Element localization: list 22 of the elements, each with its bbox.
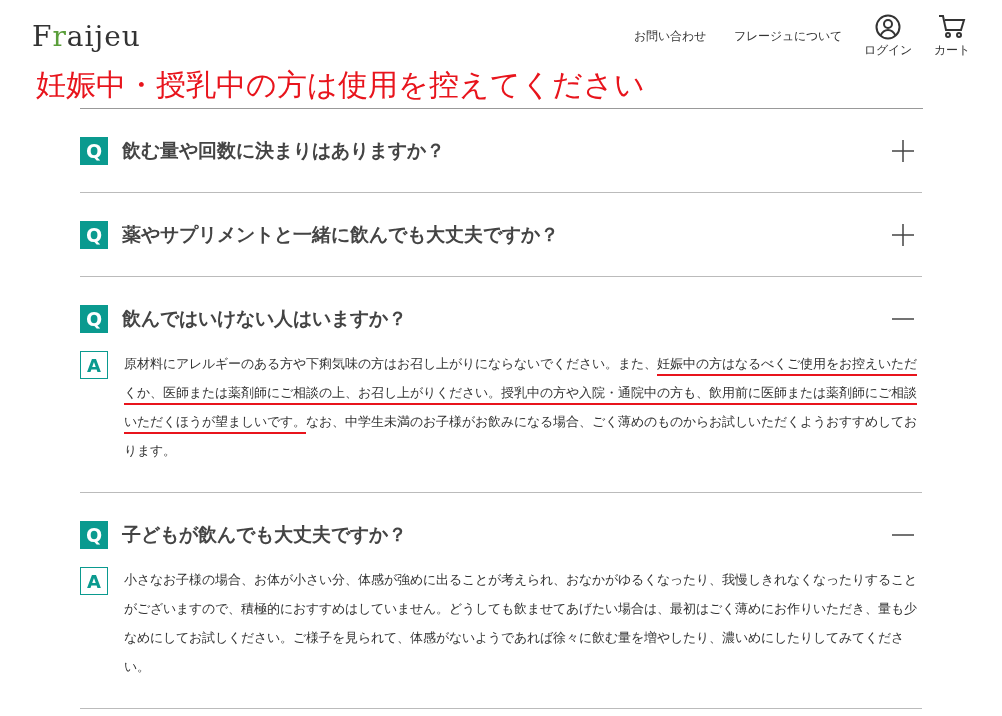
icon-label[interactable]: ログイン [864,42,912,59]
question-text[interactable]: 薬やサプリメントと一緒に飲んでも大丈夫ですか？ [122,222,559,248]
plus-icon[interactable] [892,224,914,246]
answer-badge: A [80,567,108,595]
answer-text: 小さなお子様の場合、お体が小さい分、体感が強めに出ることが考えられ、おなかがゆるくなったり、我慢しきれなくなったりすることがございますので、積極的におすすめはしていません。どうしても飲ませてあげたい場合は、最初はごく薄めにお作りいただき、量も少なめにしてお試しください。ご様子を見られて、体感がないようであれば徐々に飲む量を増やしたり、濃いめにしたりしてみてください。 [124,571,918,676]
user-icon [875,14,901,40]
question-text[interactable]: 飲む量や回数に決まりはありますか？ [122,138,445,164]
question-badge: Q [80,137,108,165]
question-badge: Q [80,521,108,549]
nav-link[interactable]: お問い合わせ [634,28,706,45]
question-badge: Q [80,305,108,333]
plus-icon[interactable] [892,140,914,162]
question-badge: Q [80,221,108,249]
brand-logo[interactable]: Fraijeu [32,20,141,53]
cart-icon [938,14,966,40]
question-text[interactable]: 子どもが飲んでも大丈夫ですか？ [122,522,407,548]
question-text[interactable]: 飲んではいけない人はいますか？ [122,306,407,332]
answer-badge: A [80,351,108,379]
icon-label[interactable]: カート [934,42,970,59]
nav-link[interactable]: フレージュについて [734,28,842,45]
notice-heading: 妊娠中・授乳中の方は使用を控えてください [36,66,646,104]
answer-text: 原材料にアレルギーのある方や下痢気味の方はお召し上がりにならないでください。また、妊娠中の方はなるべくご使用をお控えいただくか、医師または薬剤師にご相談の上、お召し上がりください。授乳中の方や入院・通院中の方も、飲用前に医師または薬剤師にご相談いただくほうが望ましいです。なお、中学生未満のお子様がお飲みになる場合、ごく薄めのものからお試しいただくようおすすめしております。 [124,355,918,460]
